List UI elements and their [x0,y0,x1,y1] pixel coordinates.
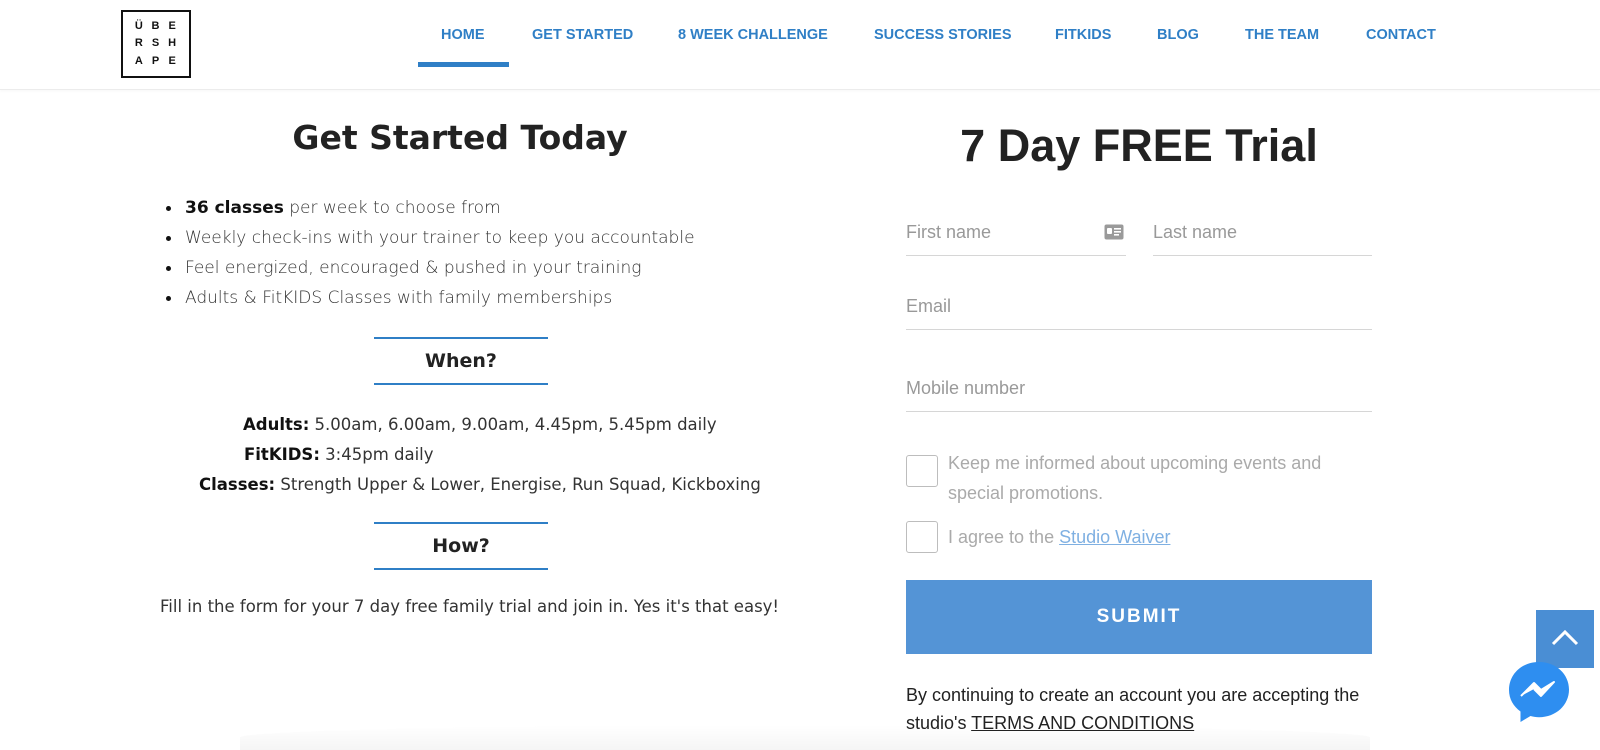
logo-letter: A [134,54,144,67]
contact-card-icon[interactable] [1104,224,1124,245]
first-name-field [906,210,1126,256]
last-name-input[interactable] [1153,210,1372,254]
list-item: Adults & FitKIDS Classes with family mem… [166,286,695,316]
messenger-icon [1507,662,1571,728]
waiver-checkbox[interactable] [906,521,938,553]
bullet-text: Weekly check-ins with your trainer to ke… [185,228,695,248]
submit-button[interactable]: SUBMIT [906,580,1372,654]
free-trial-title: 7 Day FREE Trial [960,120,1318,171]
schedule-text: 5.00am, 6.00am, 9.00am, 4.45pm, 5.45pm d… [309,415,717,434]
mobile-field [906,366,1372,412]
first-name-input[interactable] [906,210,1126,254]
schedule-text: 3:45pm daily [319,445,434,464]
logo-letter: B [151,20,161,32]
nav-item-the-team[interactable]: THE TEAM [1245,27,1319,43]
active-nav-indicator [418,62,509,67]
list-item: Weekly check-ins with your trainer to ke… [166,226,695,256]
bottom-shadow [240,725,1370,750]
nav-item-get-started[interactable]: GET STARTED [532,27,633,43]
how-heading: How? [374,522,548,570]
uber-shape-logo[interactable]: Ü B E R S H A P E [121,10,191,78]
last-name-field [1153,210,1372,256]
keep-informed-line1: Keep me informed about upcoming events a… [948,453,1322,473]
schedule-label: Adults: [243,415,310,434]
nav-item-contact[interactable]: CONTACT [1366,27,1436,43]
nav-item-success-stories[interactable]: SUCCESS STORIES [874,27,1012,43]
bullet-text: per week to choose from [283,198,501,218]
list-item: 36 classes per week to choose from [166,196,695,226]
schedule-fitkids: FitKIDS: 3:45pm daily [244,443,434,467]
chevron-up-icon [1550,627,1580,652]
schedule-label: Classes: [199,475,276,494]
email-input[interactable] [906,284,1372,328]
logo-letter: H [168,37,178,50]
keep-informed-label: Keep me informed about upcoming events a… [948,448,1321,508]
waiver-prefix: I agree to the [948,527,1060,547]
email-field [906,284,1372,330]
logo-letter: E [168,20,177,32]
nav-item-blog[interactable]: BLOG [1157,27,1199,43]
logo-letter: Ü [134,20,144,32]
schedule-label: FitKIDS: [244,445,320,464]
nav-item-fitkids[interactable]: FITKIDS [1055,27,1111,43]
studio-waiver-link[interactable]: Studio Waiver [1059,527,1170,547]
get-started-title: Get Started Today [292,118,628,157]
schedule-adults: Adults: 5.00am, 6.00am, 9.00am, 4.45pm, … [243,413,717,437]
bullet-text: Adults & FitKIDS Classes with family mem… [185,288,613,308]
logo-letter: P [151,54,161,67]
logo-letter: E [168,54,177,67]
how-description: Fill in the form for your 7 day free fam… [160,597,780,616]
mobile-input[interactable] [906,366,1372,410]
bullet-text: Feel energized, encouraged & pushed in y… [185,258,642,278]
list-item: Feel energized, encouraged & pushed in y… [166,256,695,286]
schedule-text: Strength Upper & Lower, Energise, Run Sq… [275,475,761,494]
keep-informed-checkbox[interactable] [906,455,938,487]
bullet-bold: 36 classes [185,198,284,218]
when-heading: When? [374,337,548,385]
schedule-classes: Classes: Strength Upper & Lower, Energis… [199,473,761,497]
waiver-label: I agree to the Studio Waiver [948,522,1170,552]
keep-informed-line2: special promotions. [948,483,1104,503]
benefits-list: 36 classes per week to choose from Weekl… [166,196,695,316]
logo-letter: R [134,37,144,50]
logo-letter: S [151,37,161,50]
nav-item-home[interactable]: HOME [441,27,485,43]
site-header: Ü B E R S H A P E HOME GET STARTED 8 WEE… [0,0,1600,90]
messenger-chat-button[interactable] [1507,660,1571,724]
nav-item-8-week-challenge[interactable]: 8 WEEK CHALLENGE [678,27,828,43]
